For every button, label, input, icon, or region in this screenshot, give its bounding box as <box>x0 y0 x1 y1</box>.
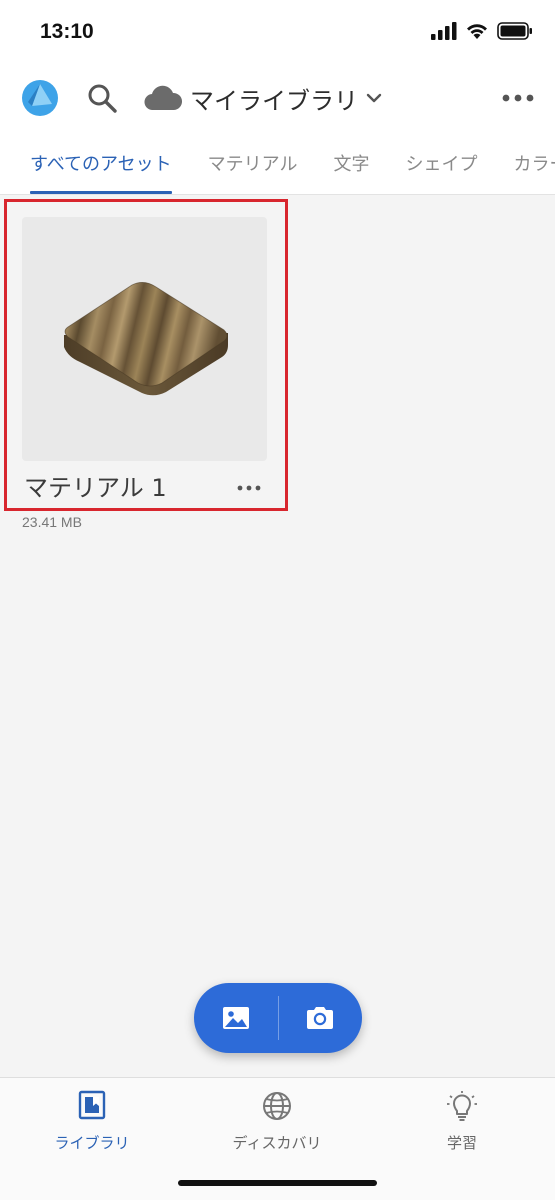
asset-file-size: 23.41 MB <box>22 514 82 530</box>
add-image-button[interactable] <box>194 983 278 1053</box>
status-bar: 13:10 <box>0 0 555 70</box>
status-time: 13:10 <box>40 20 94 43</box>
asset-thumbnail <box>22 217 267 461</box>
nav-item-learn[interactable]: 学習 <box>392 1090 532 1156</box>
wood-material-preview <box>64 282 228 396</box>
image-icon <box>222 1007 249 1029</box>
tab-materials[interactable]: マテリアル <box>208 138 298 194</box>
add-photo-button[interactable] <box>279 983 363 1053</box>
asset-more-icon[interactable] <box>236 480 262 494</box>
home-indicator <box>178 1180 377 1186</box>
search-icon[interactable] <box>86 82 118 114</box>
library-selector[interactable]: マイライブラリ <box>144 80 382 116</box>
app-logo-avatar[interactable] <box>22 80 58 116</box>
cloud-icon <box>144 85 182 111</box>
top-bar: 13:10 マイライブラリ すべてのアセット マテリアル 文字 シェイプ カラ <box>0 0 555 195</box>
add-asset-fab <box>194 983 362 1053</box>
wifi-icon <box>467 24 487 39</box>
nav-label-learn: 学習 <box>446 1134 477 1152</box>
more-options-icon[interactable] <box>500 86 536 110</box>
signal-icon <box>431 22 457 40</box>
nav-label-discovery: ディスカバリ <box>232 1134 322 1152</box>
globe-icon <box>263 1092 291 1120</box>
nav-item-library[interactable]: ライブラリ <box>22 1090 162 1156</box>
battery-icon <box>497 22 532 40</box>
tab-all-assets[interactable]: すべてのアセット <box>30 138 172 194</box>
tab-shapes[interactable]: シェイプ <box>406 138 478 194</box>
library-icon <box>78 1090 106 1120</box>
asset-name: マテリアル 1 <box>24 474 167 502</box>
library-title: マイライブラリ <box>190 86 358 115</box>
tab-colors[interactable]: カラー <box>514 138 555 194</box>
asset-type-tabs: すべてのアセット マテリアル 文字 シェイプ カラー <box>0 138 555 194</box>
asset-card[interactable]: マテリアル 1 23.41 MB <box>20 216 267 536</box>
camera-icon <box>307 1007 334 1029</box>
lightbulb-icon <box>447 1091 477 1121</box>
chevron-down-icon <box>366 93 382 103</box>
nav-label-library: ライブラリ <box>54 1134 130 1152</box>
nav-item-discovery[interactable]: ディスカバリ <box>207 1090 347 1156</box>
tab-text[interactable]: 文字 <box>334 138 370 194</box>
